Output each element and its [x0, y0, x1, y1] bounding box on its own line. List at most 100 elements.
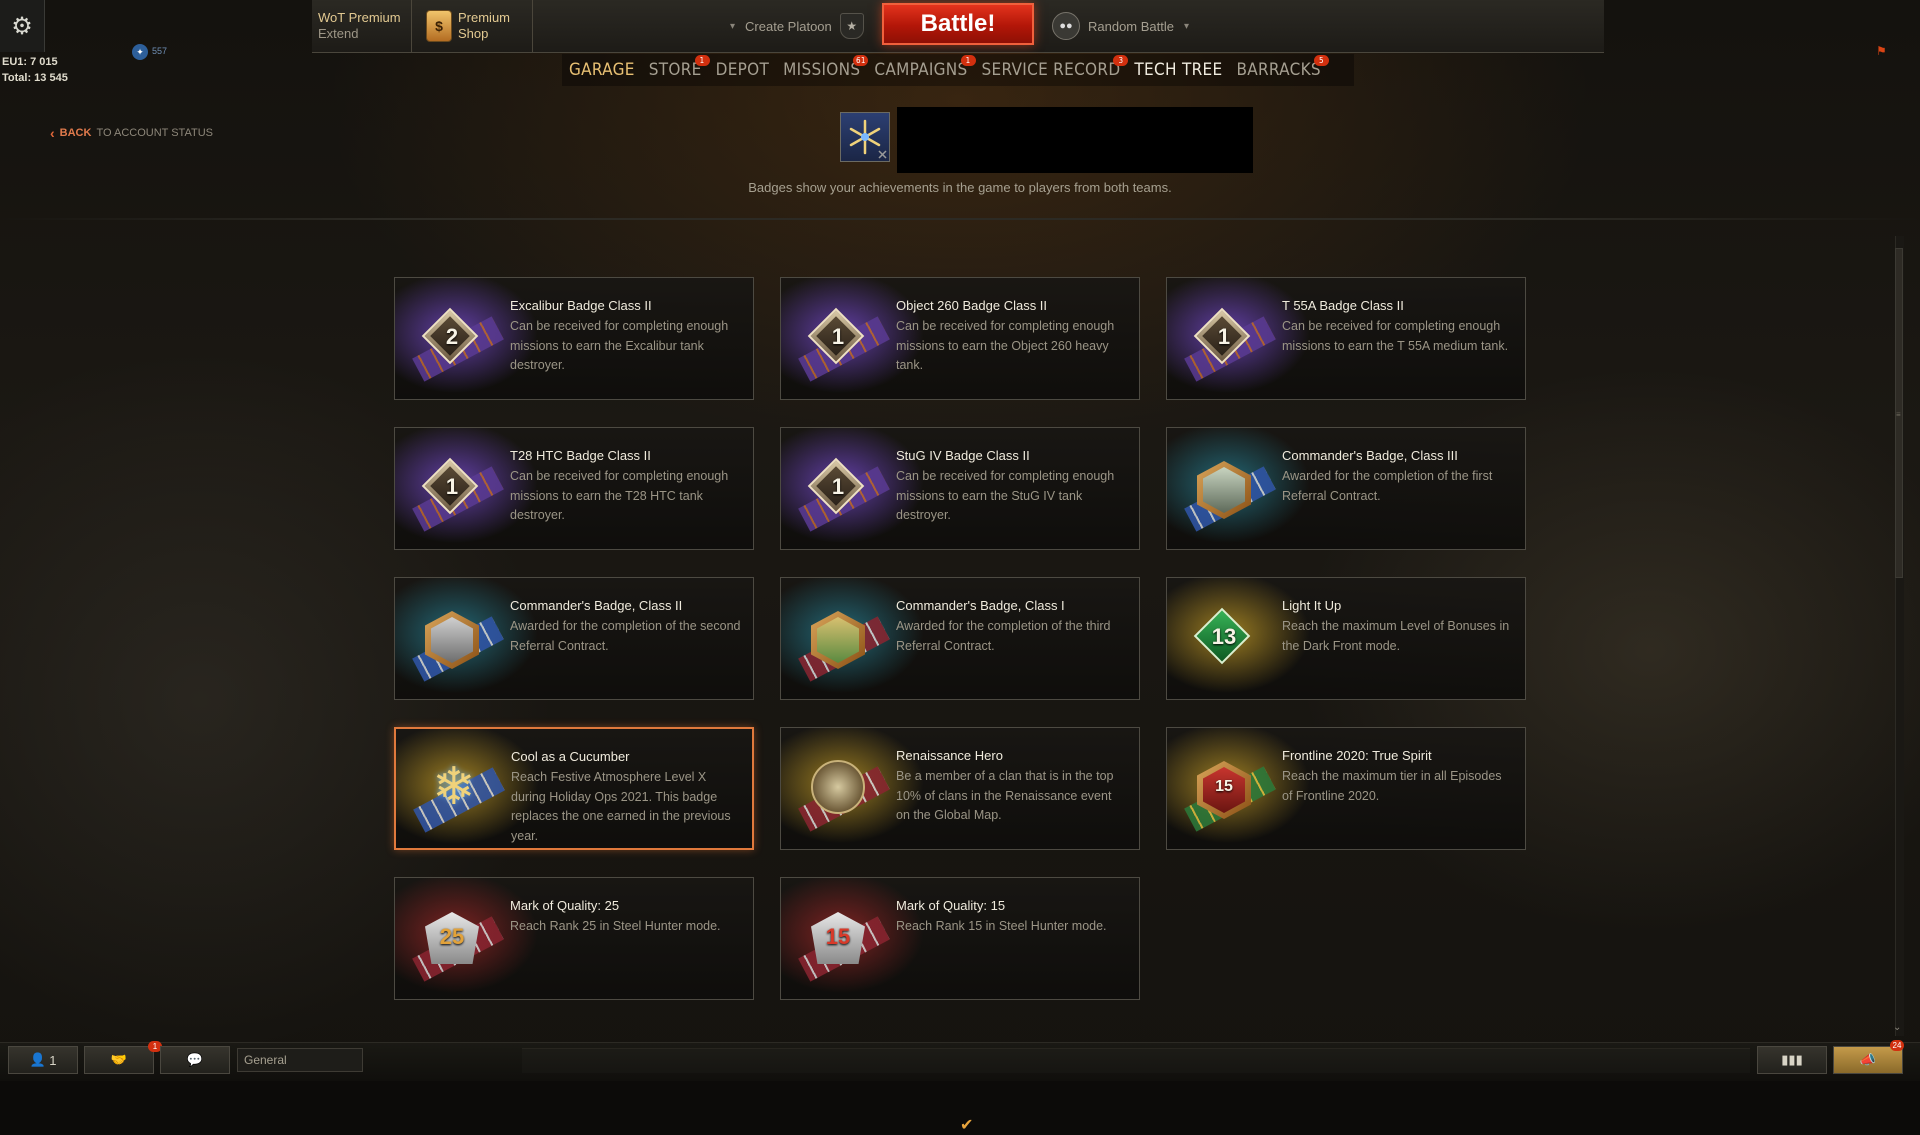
nav-tech-tree[interactable]: TECH TREE: [1127, 60, 1229, 80]
back-link[interactable]: ‹ BACK TO ACCOUNT STATUS: [50, 125, 213, 141]
badge-card[interactable]: Commander's Badge, Class I Awarded for t…: [780, 577, 1140, 700]
badge-card[interactable]: 15 Mark of Quality: 15 Reach Rank 15 in …: [780, 877, 1140, 1000]
back-label: BACK: [60, 127, 92, 139]
badge-card[interactable]: 1 T28 HTC Badge Class II Can be received…: [394, 427, 754, 550]
bar-chart-icon: ▮▮▮: [1781, 1052, 1802, 1068]
rank-1-badge-icon: 1: [425, 462, 479, 512]
renaissance-emblem-icon: [811, 760, 865, 814]
badge-title: Mark of Quality: 25: [510, 898, 619, 913]
badge-title: T 55A Badge Class II: [1282, 298, 1404, 313]
badge-description: Be a member of a clan that is in the top…: [896, 767, 1128, 826]
nav-missions[interactable]: MISSIONS 61: [776, 60, 867, 80]
badge-card[interactable]: 1 StuG IV Badge Class II Can be received…: [780, 427, 1140, 550]
chevron-down-icon: ▾: [730, 21, 735, 32]
badge-title: Cool as a Cucumber: [511, 749, 630, 764]
badge-title: Light It Up: [1282, 598, 1341, 613]
main-nav: GARAGE STORE 1 DEPOT MISSIONS 61 CAMPAIG…: [562, 54, 1354, 86]
selected-badge-preview[interactable]: [840, 112, 890, 162]
badge-card[interactable]: Commander's Badge, Class III Awarded for…: [1166, 427, 1526, 550]
badge-card[interactable]: 15 Frontline 2020: True Spirit Reach the…: [1166, 727, 1526, 850]
session-stats-button[interactable]: ▮▮▮: [1757, 1046, 1827, 1074]
wot-premium-extend: Extend: [318, 26, 401, 42]
credits-stats: EU1: 7 015 Total: 13 545: [2, 54, 68, 86]
nav-depot[interactable]: DEPOT: [709, 60, 777, 80]
badge-card[interactable]: 13 Light It Up Reach the maximum Level o…: [1166, 577, 1526, 700]
badge-title: Mark of Quality: 15: [896, 898, 1005, 913]
badge-card-selected[interactable]: ❄ Cool as a Cucumber Reach Festive Atmos…: [394, 727, 754, 850]
megaphone-icon: 📣: [1860, 1052, 1876, 1068]
badge-description: Can be received for completing enough mi…: [510, 317, 742, 376]
badge-description: Reach the maximum Level of Bonuses in th…: [1282, 617, 1514, 656]
rank-1-badge-icon: 1: [811, 312, 865, 362]
chat-channel-field[interactable]: General: [237, 1048, 363, 1072]
create-platoon-button[interactable]: ▾ Create Platoon ★: [730, 12, 864, 40]
notification-strip: [522, 1048, 1750, 1073]
total-count: Total: 13 545: [2, 70, 68, 86]
user-icon: 👤: [29, 1052, 49, 1068]
premium-shop-title: Premium: [458, 10, 510, 26]
badge-title: Commander's Badge, Class III: [1282, 448, 1458, 463]
notifications-badge: 24: [1890, 1040, 1904, 1051]
frontline-badge-icon: 15: [1197, 762, 1251, 812]
snowflake-icon: [841, 113, 889, 161]
nav-label: GARAGE: [569, 60, 635, 80]
back-target: TO ACCOUNT STATUS: [96, 127, 213, 139]
selected-check-icon: ✔: [960, 1115, 973, 1135]
rank-1-badge-icon: 1: [811, 462, 865, 512]
badge-title: StuG IV Badge Class II: [896, 448, 1030, 463]
handshake-button[interactable]: 🤝: [84, 1046, 154, 1074]
free-xp-value: 557: [152, 46, 167, 56]
badge-card[interactable]: Commander's Badge, Class II Awarded for …: [394, 577, 754, 700]
nav-label: CAMPAIGNS: [874, 60, 967, 80]
badge-description: Can be received for completing enough mi…: [896, 317, 1128, 376]
nav-garage[interactable]: GARAGE: [562, 60, 642, 80]
steel-hunter-badge-icon: 15: [811, 912, 865, 962]
wot-premium-title: WoT Premium: [318, 10, 401, 26]
light-it-up-badge-icon: 13: [1197, 612, 1251, 662]
badge-card[interactable]: 25 Mark of Quality: 25 Reach Rank 25 in …: [394, 877, 754, 1000]
nav-service-record[interactable]: SERVICE RECORD 3: [975, 60, 1128, 80]
badge-card[interactable]: 1 T 55A Badge Class II Can be received f…: [1166, 277, 1526, 400]
settings-gear-icon[interactable]: ⚙: [0, 0, 45, 52]
wot-premium-button[interactable]: WoT Premium Extend: [312, 0, 412, 52]
nav-label: SERVICE RECORD: [982, 60, 1121, 80]
chevron-down-icon: ▾: [1184, 21, 1189, 32]
nav-badge: 3: [1113, 55, 1128, 66]
nav-label: BARRACKS: [1236, 60, 1321, 80]
badge-title: Object 260 Badge Class II: [896, 298, 1047, 313]
badge-card[interactable]: Renaissance Hero Be a member of a clan t…: [780, 727, 1140, 850]
badge-card[interactable]: 2 Excalibur Badge Class II Can be receiv…: [394, 277, 754, 400]
scrollbar-grip-icon: ≡: [1896, 410, 1901, 419]
top-bar: ⚙ WoT Premium Extend $ Premium Shop ▾ Cr…: [0, 0, 1920, 52]
badge-description: Awarded for the completion of the first …: [1282, 467, 1514, 506]
handshake-icon: 🤝: [111, 1052, 127, 1068]
badge-title: Commander's Badge, Class I: [896, 598, 1065, 613]
nav-campaigns[interactable]: CAMPAIGNS 1: [867, 60, 974, 80]
nav-label: DEPOT: [716, 60, 770, 80]
contacts-button[interactable]: 👤 1: [8, 1046, 78, 1074]
nav-barracks[interactable]: BARRACKS 5: [1229, 60, 1328, 80]
chat-button[interactable]: 💬: [160, 1046, 230, 1074]
badge-description: Awarded for the completion of the second…: [510, 617, 742, 656]
battle-mode-label: Random Battle: [1088, 19, 1174, 34]
badge-card[interactable]: 1 Object 260 Badge Class II Can be recei…: [780, 277, 1140, 400]
server-count: EU1: 7 015: [2, 54, 68, 70]
badge-description: Reach Rank 25 in Steel Hunter mode.: [510, 917, 742, 937]
premium-shop-button[interactable]: $ Premium Shop: [412, 0, 533, 52]
free-xp-icon: ✦: [132, 44, 148, 60]
nav-badge: 5: [1314, 55, 1329, 66]
steel-hunter-badge-icon: 25: [425, 912, 479, 962]
nav-label: STORE: [649, 60, 702, 80]
battle-button[interactable]: Battle!: [882, 3, 1034, 45]
player-name-plate: [897, 107, 1253, 173]
premium-shop-icon: $: [426, 10, 452, 42]
premium-shop-sub: Shop: [458, 26, 510, 42]
notification-flag-icon[interactable]: ⚑: [1876, 44, 1890, 58]
nav-badge: 61: [853, 55, 868, 66]
platoon-shield-icon: ★: [840, 13, 864, 39]
nav-store[interactable]: STORE 1: [642, 60, 709, 80]
badges-caption: Badges show your achievements in the gam…: [0, 180, 1920, 195]
scroll-down-icon[interactable]: ⌄: [1893, 1022, 1901, 1033]
battle-mode-selector[interactable]: ●● Random Battle ▾: [1052, 12, 1189, 40]
badge-description: Reach Rank 15 in Steel Hunter mode.: [896, 917, 1128, 937]
